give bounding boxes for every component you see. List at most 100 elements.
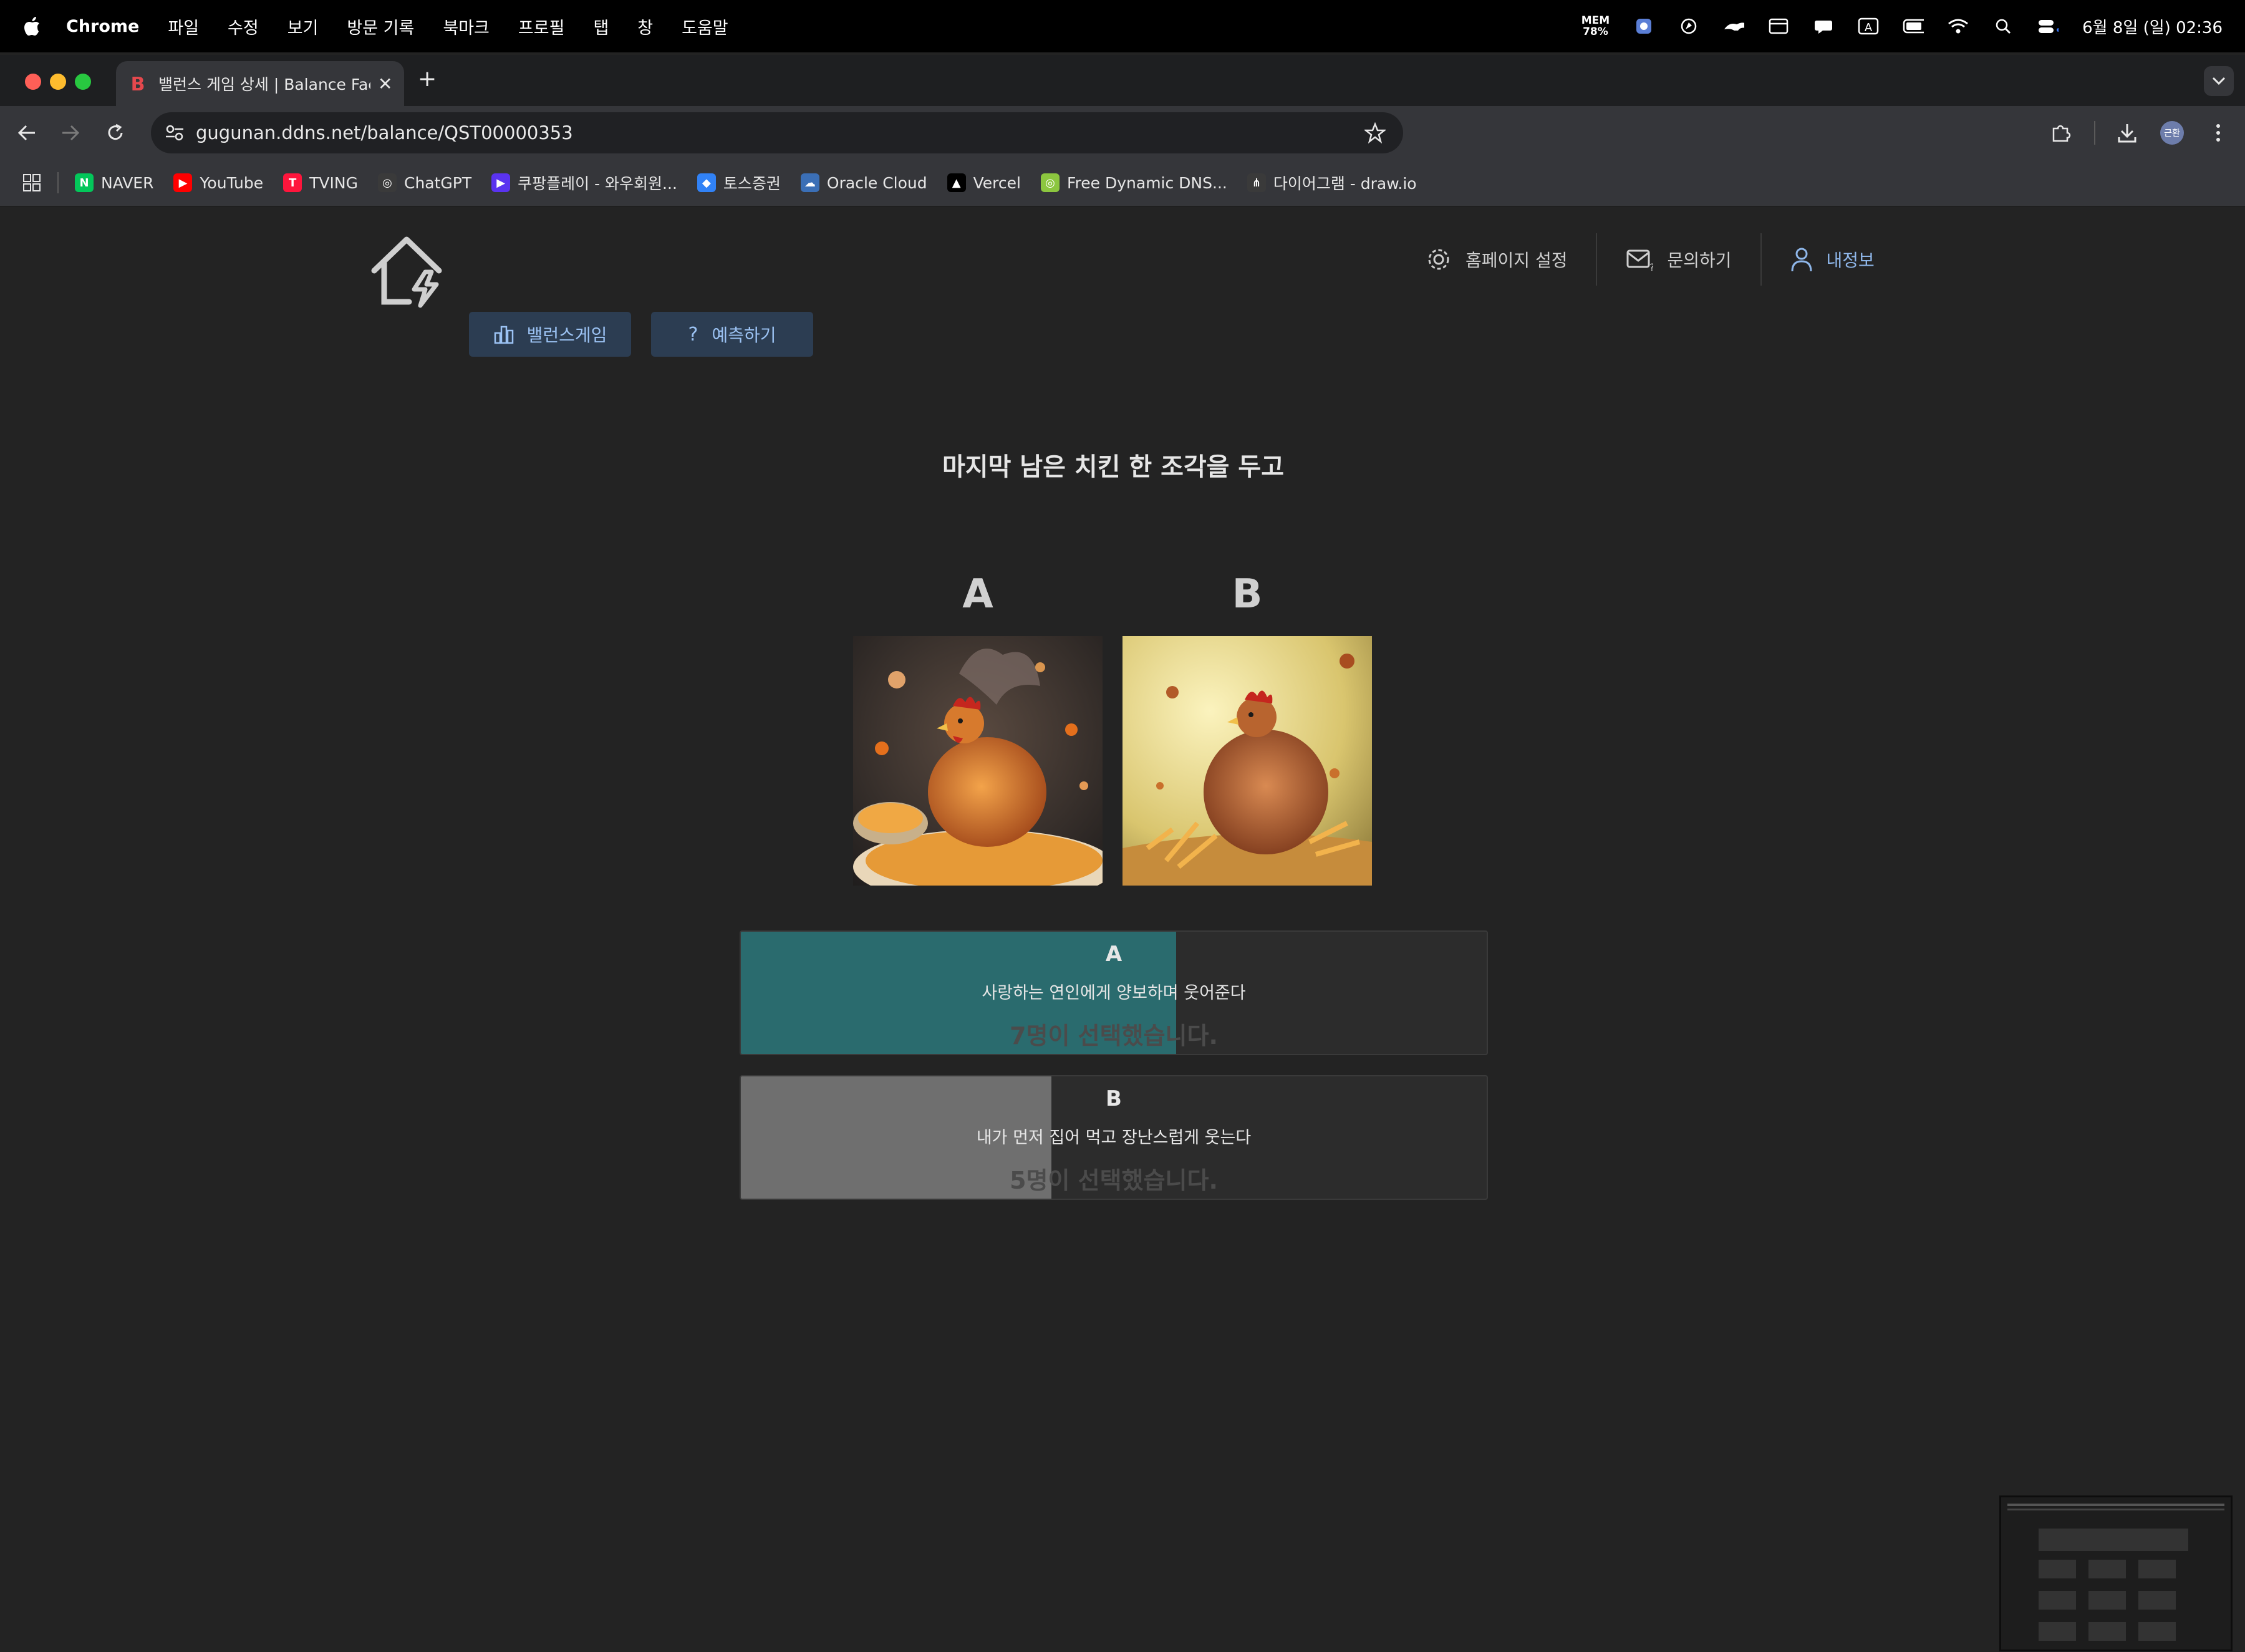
bookmark-favicon-icon: ◎ — [377, 173, 397, 192]
option-b-label: B — [1106, 1086, 1122, 1111]
control-center-icon[interactable] — [2037, 17, 2059, 36]
bookmark-favicon-icon: ☁ — [800, 173, 819, 192]
address-bar[interactable]: gugunan.ddns.net/balance/QST00000353 — [151, 112, 1403, 153]
option-b-result[interactable]: B 내가 먼저 집어 먹고 장난스럽게 웃는다 5명이 선택했습니다. — [740, 1075, 1488, 1200]
gear-icon — [1428, 249, 1449, 270]
tab-title: 밸런스 게임 상세 | Balance Factory — [158, 75, 370, 94]
spotlight-search-icon[interactable] — [1992, 17, 2014, 36]
bookmark-item[interactable]: ◆ 토스증권 — [697, 171, 781, 194]
my-info-link[interactable]: 내정보 — [1762, 233, 1903, 286]
bookmark-label: Vercel — [973, 173, 1021, 192]
menu-tab[interactable]: 탭 — [593, 14, 609, 39]
new-tab-button[interactable]: + — [418, 66, 437, 92]
bookmark-item[interactable]: T TVING — [283, 173, 358, 192]
homepage-settings-link[interactable]: 홈페이지 설정 — [1397, 233, 1596, 286]
predict-button[interactable]: ? 예측하기 — [651, 312, 813, 357]
bookmark-label: NAVER — [101, 173, 154, 192]
memory-indicator[interactable]: MEM 78% — [1581, 15, 1610, 37]
menu-help[interactable]: 도움말 — [682, 14, 728, 39]
bookmark-label: Oracle Cloud — [826, 173, 927, 192]
bookmark-item[interactable]: ⋔ 다이어그램 - draw.io — [1247, 171, 1417, 194]
bookmark-item[interactable]: ◎ ChatGPT — [377, 173, 471, 192]
mail-icon: ? — [1626, 249, 1653, 272]
bookmark-item[interactable]: ☁ Oracle Cloud — [800, 173, 927, 192]
option-a-label: A — [1105, 942, 1122, 967]
clock[interactable]: 6월 8일 (일) 02:36 — [2082, 15, 2223, 38]
option-a-image[interactable] — [853, 636, 1103, 886]
chat-bubble-icon[interactable] — [1813, 17, 1834, 36]
menu-window[interactable]: 창 — [637, 14, 653, 39]
bookmarks-divider — [57, 172, 59, 193]
chevron-down-icon — [2212, 77, 2226, 85]
bookmark-label: TVING — [309, 173, 358, 192]
menu-history[interactable]: 방문 기록 — [347, 14, 414, 39]
bookmark-favicon-icon: ◎ — [1040, 173, 1060, 192]
profile-avatar[interactable]: 근환 — [2160, 121, 2184, 145]
menu-view[interactable]: 보기 — [287, 14, 319, 39]
site-settings-icon[interactable] — [165, 123, 185, 142]
question-mark-icon: ? — [688, 323, 698, 345]
bookmark-favicon-icon: ▲ — [947, 173, 966, 192]
zoom-window-button[interactable] — [75, 74, 91, 90]
menu-edit[interactable]: 수정 — [228, 14, 259, 39]
active-tab[interactable]: B 밸런스 게임 상세 | Balance Factory ✕ — [116, 61, 404, 106]
window-status-icon[interactable] — [1768, 17, 1789, 36]
contact-link[interactable]: ? 문의하기 — [1597, 233, 1760, 286]
url-text: gugunan.ddns.net/balance/QST00000353 — [196, 122, 573, 143]
apple-menu-icon[interactable] — [24, 16, 49, 37]
bookmark-favicon-icon: ◆ — [697, 173, 716, 192]
toolbar-divider — [2094, 121, 2095, 145]
bookmark-star-icon[interactable] — [1364, 122, 1386, 143]
close-window-button[interactable] — [25, 74, 41, 90]
bookmark-item[interactable]: ▶ YouTube — [173, 173, 263, 192]
app-status-icon[interactable] — [1633, 17, 1654, 36]
bookmark-favicon-icon: T — [283, 173, 302, 192]
puzzle-icon — [2052, 125, 2071, 142]
bookmark-item[interactable]: ▲ Vercel — [947, 173, 1021, 192]
balance-game-button[interactable]: 밸런스게임 — [469, 312, 631, 357]
option-a-text: 사랑하는 연인에게 양보하며 웃어준다 — [982, 983, 1246, 1003]
menu-profile[interactable]: 프로필 — [518, 14, 565, 39]
bookmark-label: 다이어그램 - draw.io — [1273, 175, 1417, 193]
reload-button[interactable] — [102, 120, 128, 146]
bar-chart-icon — [494, 326, 513, 344]
extensions-button[interactable] — [2048, 120, 2074, 146]
site-logo-icon[interactable] — [368, 232, 445, 312]
apps-grid-icon[interactable] — [22, 173, 41, 192]
compass-icon[interactable] — [1678, 17, 1699, 36]
question-title: 마지막 남은 치킨 한 조각을 두고 — [942, 453, 1285, 481]
contact-label: 문의하기 — [1667, 250, 1732, 271]
bookmark-item[interactable]: N NAVER — [75, 173, 153, 192]
option-b-image[interactable] — [1122, 636, 1372, 886]
chrome-menu-button[interactable] — [2205, 120, 2231, 146]
back-button[interactable] — [14, 120, 40, 146]
menu-app-name[interactable]: Chrome — [66, 17, 139, 36]
macos-menu-bar: Chrome 파일 수정 보기 방문 기록 북마크 프로필 탭 창 도움말 ME… — [0, 0, 2245, 52]
bookmark-item[interactable]: ▶ 쿠팡플레이 - 와우회원... — [491, 171, 677, 194]
bookmark-list: N NAVER ▶ YouTube T TVING ◎ ChatGPT ▶ 쿠팡플레이 - 와우회… — [75, 171, 1437, 194]
menu-file[interactable]: 파일 — [168, 14, 199, 39]
battery-icon[interactable] — [1903, 17, 1924, 36]
forward-button[interactable] — [57, 120, 84, 146]
animal-status-icon[interactable] — [1723, 17, 1745, 36]
tab-search-button[interactable] — [2204, 66, 2234, 96]
downloads-button[interactable] — [2114, 120, 2140, 146]
menu-bookmarks[interactable]: 북마크 — [443, 14, 490, 39]
minimize-window-button[interactable] — [50, 74, 66, 90]
memory-value: 78% — [1583, 26, 1608, 38]
close-tab-icon[interactable]: ✕ — [378, 74, 392, 94]
wifi-icon[interactable] — [1948, 17, 1969, 36]
browser-toolbar: gugunan.ddns.net/balance/QST00000353 근환 — [0, 106, 2245, 160]
bookmark-label: YouTube — [200, 173, 264, 192]
bookmark-item[interactable]: ◎ Free Dynamic DNS... — [1040, 173, 1227, 192]
option-b-count: 5명이 선택했습니다. — [1010, 1167, 1218, 1194]
tab-strip: B 밸런스 게임 상세 | Balance Factory ✕ + — [0, 55, 2245, 106]
screenshot-thumbnail[interactable] — [1999, 1495, 2233, 1651]
reload-icon — [108, 123, 123, 140]
input-source-icon[interactable]: A — [1858, 17, 1879, 36]
site-top-nav: 홈페이지 설정 ? 문의하기 내정보 — [1397, 233, 1903, 286]
bookmark-favicon-icon: ▶ — [173, 173, 193, 192]
homepage-settings-label: 홈페이지 설정 — [1465, 250, 1568, 271]
option-a-result[interactable]: A 사랑하는 연인에게 양보하며 웃어준다 7명이 선택했습니다. — [740, 930, 1488, 1055]
option-a-heading: A — [962, 571, 993, 617]
